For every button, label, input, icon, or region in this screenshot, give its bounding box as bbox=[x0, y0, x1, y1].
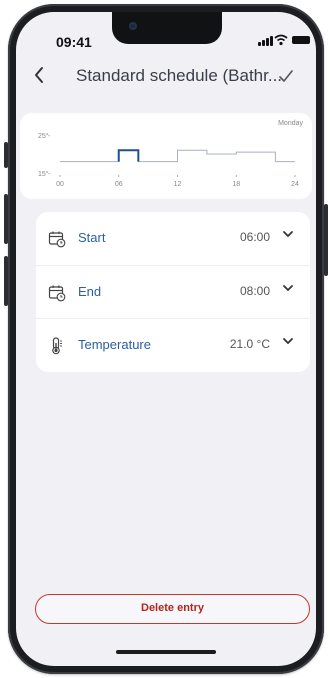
end-label: End bbox=[78, 284, 102, 299]
entry-settings-card: Start 06:00 End 08:00 Temperature 21.0 °… bbox=[36, 212, 310, 372]
power-button bbox=[324, 204, 328, 276]
x-tick-label: 18 bbox=[232, 181, 240, 188]
delete-entry-button[interactable]: Delete entry bbox=[35, 594, 310, 624]
notch bbox=[112, 12, 222, 44]
start-row[interactable]: Start 06:00 bbox=[36, 212, 310, 265]
signal-bar bbox=[270, 36, 273, 46]
confirm-button[interactable] bbox=[274, 62, 298, 90]
nav-bar: Standard schedule (Bathr... bbox=[16, 60, 316, 94]
checkmark-icon bbox=[279, 70, 293, 82]
calendar-clock-icon bbox=[48, 285, 66, 302]
chart-day-label: Monday bbox=[278, 120, 303, 127]
x-tick-label: 24 bbox=[291, 181, 299, 188]
mute-switch bbox=[4, 142, 8, 168]
start-value: 06:00 bbox=[239, 230, 270, 244]
chevron-down-icon[interactable] bbox=[282, 282, 294, 294]
temperature-series-line bbox=[60, 149, 295, 163]
wifi-icon bbox=[274, 34, 288, 46]
schedule-chart: Monday 25° -15° - 00 06 12 18 24 bbox=[20, 113, 312, 199]
volume-up-button bbox=[4, 194, 8, 244]
temperature-row[interactable]: Temperature 21.0 °C bbox=[36, 318, 310, 372]
y-tick-mark: - bbox=[48, 133, 51, 140]
battery-icon bbox=[292, 36, 310, 44]
home-indicator bbox=[116, 650, 216, 654]
end-row[interactable]: End 08:00 bbox=[36, 265, 310, 319]
temperature-value: 21.0 °C bbox=[229, 337, 270, 351]
x-tick-label: 12 bbox=[174, 181, 182, 188]
back-button[interactable] bbox=[32, 60, 56, 90]
page-title: Standard schedule (Bathr... bbox=[76, 66, 283, 85]
x-tick-label: 06 bbox=[115, 181, 123, 188]
selected-entry-highlight bbox=[117, 149, 140, 162]
schedule-chart-svg: Monday 25° -15° - 00 06 12 18 24 bbox=[38, 120, 303, 188]
volume-down-button bbox=[4, 256, 8, 306]
chevron-left-icon bbox=[35, 67, 43, 83]
y-tick-mark: - bbox=[48, 171, 51, 178]
status-icons bbox=[258, 32, 310, 48]
chevron-down-icon[interactable] bbox=[282, 228, 294, 240]
signal-bar bbox=[262, 40, 265, 46]
signal-icon bbox=[258, 42, 261, 46]
x-tick-label: 00 bbox=[56, 181, 64, 188]
signal-bar bbox=[266, 38, 269, 46]
thermometer-icon bbox=[52, 337, 62, 355]
end-value: 08:00 bbox=[239, 284, 270, 298]
status-time: 09:41 bbox=[56, 34, 92, 50]
camera-icon bbox=[129, 22, 137, 30]
start-label: Start bbox=[78, 230, 106, 245]
calendar-clock-icon bbox=[48, 231, 66, 248]
temperature-label: Temperature bbox=[78, 337, 151, 352]
chevron-down-icon[interactable] bbox=[282, 335, 294, 347]
